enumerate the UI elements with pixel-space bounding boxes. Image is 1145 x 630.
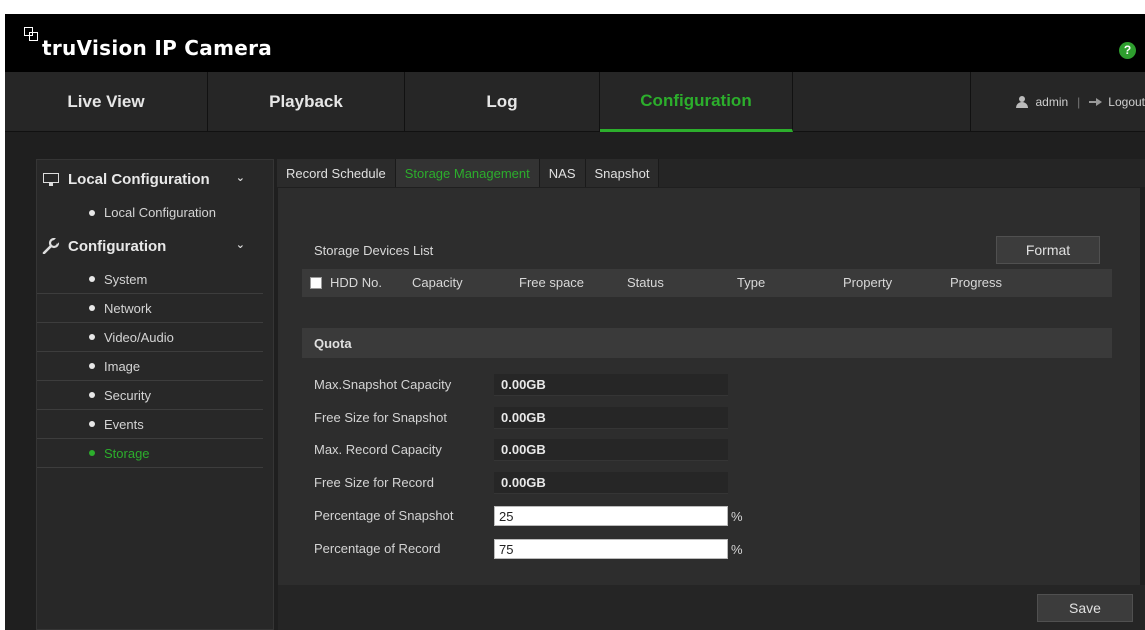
app-title: truVision IP Camera	[42, 36, 273, 60]
column-type: Type	[737, 275, 766, 290]
select-all-checkbox[interactable]	[310, 277, 322, 289]
subtab-strip: Record Schedule Storage Management NAS S…	[277, 159, 660, 187]
percentage-snapshot-input[interactable]	[494, 506, 728, 526]
sidebar-item-network[interactable]: Network	[37, 294, 263, 323]
storage-management-panel: Storage Devices List Format HDD No. Capa…	[278, 188, 1140, 585]
main-nav: Live View Playback Log Configuration adm…	[5, 72, 1145, 132]
logo-mark-icon	[24, 27, 41, 44]
sidebar-group-configuration[interactable]: Configuration ⌄	[37, 227, 273, 265]
subtab-record-schedule[interactable]: Record Schedule	[277, 159, 396, 187]
user-icon	[1016, 96, 1029, 108]
bullet-icon	[89, 276, 95, 282]
sidebar-item-label: System	[104, 271, 148, 287]
sidebar-item-local-configuration[interactable]: Local Configuration	[37, 198, 263, 227]
tab-live-view[interactable]: Live View	[5, 72, 208, 132]
section-title: Storage Devices List	[314, 243, 434, 258]
sidebar-item-system[interactable]: System	[37, 265, 263, 294]
sidebar-group-local-configuration[interactable]: Local Configuration ⌄	[37, 160, 273, 198]
subtab-storage-management[interactable]: Storage Management	[395, 159, 540, 187]
sidebar-item-label: Network	[104, 300, 152, 316]
monitor-icon	[41, 171, 61, 187]
wrench-icon	[41, 238, 61, 254]
sidebar-item-security[interactable]: Security	[37, 381, 263, 410]
sidebar-item-label: Events	[104, 416, 144, 432]
footer-bar: Save	[278, 585, 1145, 630]
bullet-icon	[89, 421, 95, 427]
max-snapshot-capacity-value: 0.00GB	[494, 374, 728, 396]
sidebar-item-video-audio[interactable]: Video/Audio	[37, 323, 263, 352]
sidebar-item-label: Image	[104, 358, 141, 374]
devices-table-header: HDD No. Capacity Free space Status Type …	[302, 269, 1112, 297]
save-button[interactable]: Save	[1037, 594, 1133, 622]
nav-spacer	[793, 72, 971, 132]
column-status: Status	[627, 275, 664, 290]
sidebar-item-events[interactable]: Events	[37, 410, 263, 439]
sidebar-item-storage[interactable]: Storage	[37, 439, 263, 468]
column-progress: Progress	[950, 275, 1003, 290]
percentage-record-label: Percentage of Record	[314, 541, 441, 556]
bullet-icon	[89, 209, 95, 216]
sidebar-group-label: Configuration	[68, 237, 167, 255]
subtab-nas[interactable]: NAS	[539, 159, 586, 187]
percent-unit: %	[731, 542, 743, 557]
max-record-capacity-value: 0.00GB	[494, 439, 728, 461]
chevron-down-icon[interactable]: ⌄	[236, 171, 245, 184]
nav-separator: |	[1077, 95, 1081, 109]
column-hdd-no: HDD No.	[330, 275, 383, 290]
percentage-snapshot-label: Percentage of Snapshot	[314, 508, 454, 523]
free-size-record-label: Free Size for Record	[314, 475, 434, 490]
logout-icon[interactable]	[1089, 98, 1103, 106]
column-property: Property	[843, 275, 893, 290]
sidebar-item-label: Local Configuration	[104, 205, 217, 220]
free-size-snapshot-value: 0.00GB	[494, 407, 728, 429]
tab-log[interactable]: Log	[405, 72, 600, 132]
free-size-snapshot-label: Free Size for Snapshot	[314, 410, 447, 425]
bullet-icon	[89, 305, 95, 311]
tab-playback[interactable]: Playback	[208, 72, 405, 132]
percentage-record-input[interactable]	[494, 539, 728, 559]
header-bar: truVision IP Camera ?	[5, 14, 1145, 72]
sidebar-group-label: Local Configuration	[68, 170, 210, 188]
chevron-down-icon[interactable]: ⌄	[236, 238, 245, 251]
bullet-icon	[89, 334, 95, 340]
app-window: truVision IP Camera ? Live View Playback…	[5, 14, 1145, 630]
quota-section-header: Quota	[302, 328, 1112, 358]
username-label[interactable]: admin	[1035, 95, 1068, 109]
help-icon[interactable]: ?	[1119, 42, 1136, 59]
bullet-icon	[89, 392, 95, 398]
bullet-icon	[89, 363, 95, 369]
sidebar-item-label: Security	[104, 387, 151, 403]
column-free-space: Free space	[519, 275, 585, 290]
free-size-record-value: 0.00GB	[494, 472, 728, 494]
bullet-icon	[89, 450, 95, 456]
column-capacity: Capacity	[412, 275, 463, 290]
logout-link[interactable]: Logout	[1108, 95, 1145, 109]
sidebar-item-image[interactable]: Image	[37, 352, 263, 381]
format-button[interactable]: Format	[996, 236, 1100, 264]
sidebar-item-label: Storage	[104, 445, 150, 461]
user-area: admin | Logout	[1016, 72, 1145, 132]
sidebar-item-label: Video/Audio	[104, 329, 174, 345]
tab-configuration[interactable]: Configuration	[600, 72, 793, 132]
brand-logo: truVision IP Camera	[24, 27, 272, 59]
max-record-capacity-label: Max. Record Capacity	[314, 442, 442, 457]
percent-unit: %	[731, 509, 743, 524]
sidebar: Local Configuration ⌄ Local Configuratio…	[36, 159, 274, 630]
subtab-snapshot[interactable]: Snapshot	[585, 159, 660, 187]
max-snapshot-capacity-label: Max.Snapshot Capacity	[314, 377, 452, 392]
